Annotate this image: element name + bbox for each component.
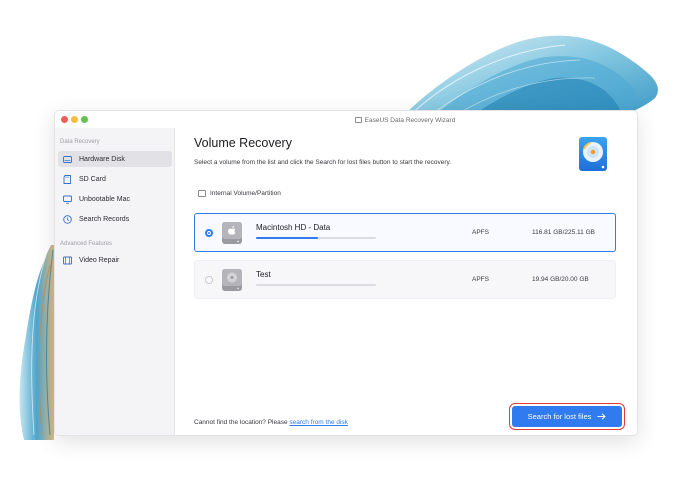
volume-size: 116.81 GB/225.11 GB (532, 229, 595, 236)
page-title: Volume Recovery (194, 136, 292, 150)
search-for-lost-files-button[interactable]: Search for lost files (509, 403, 625, 430)
sd-card-icon (63, 174, 72, 184)
title-bar: EaseUS Data Recovery Wizard (55, 111, 637, 128)
clock-search-icon (63, 214, 72, 224)
volume-row[interactable]: Macintosh HD - Data APFS 116.81 GB/225.1… (194, 213, 616, 252)
volume-row[interactable]: Test APFS 19.94 GB/20.00 GB (194, 260, 616, 299)
app-window: EaseUS Data Recovery Wizard Data Recover… (54, 110, 638, 436)
volume-filesystem: APFS (472, 229, 489, 236)
window-title: EaseUS Data Recovery Wizard (205, 114, 605, 126)
arrow-right-icon (597, 413, 607, 420)
sidebar-item-label: Hardware Disk (79, 155, 125, 163)
film-icon (63, 256, 72, 265)
volume-name: Test (256, 270, 271, 279)
monitor-icon (63, 195, 72, 204)
hard-drive-icon (63, 155, 72, 164)
volume-usage-fill (256, 237, 319, 239)
volume-filesystem: APFS (472, 276, 489, 283)
sidebar-item-unbootable-mac[interactable]: Unbootable Mac (58, 191, 172, 207)
footer-hint: Cannot find the location? Please search … (194, 419, 348, 426)
drive-icon (222, 269, 242, 291)
close-window-button[interactable] (61, 116, 68, 123)
volume-usage-bar (256, 284, 376, 286)
footer-hint-text: Cannot find the location? Please (194, 419, 288, 426)
sidebar-item-sd-card[interactable]: SD Card (58, 171, 172, 187)
window-title-text: EaseUS Data Recovery Wizard (364, 116, 456, 124)
sidebar: Data Recovery Hardware Disk SD Card Unbo… (55, 128, 175, 435)
sidebar-item-hardware-disk[interactable]: Hardware Disk (58, 151, 172, 167)
sidebar-section-data-recovery: Data Recovery (60, 139, 100, 145)
minimize-window-button[interactable] (71, 116, 78, 123)
volume-radio[interactable] (205, 276, 213, 284)
sidebar-section-advanced-features: Advanced Features (60, 241, 113, 247)
partition-icon (198, 190, 206, 197)
page-subtitle: Select a volume from the list and click … (194, 159, 452, 166)
sidebar-item-label: Unbootable Mac (79, 195, 130, 203)
volume-size: 19.94 GB/20.00 GB (532, 276, 589, 283)
sidebar-item-label: SD Card (79, 175, 106, 183)
volume-radio[interactable] (205, 229, 213, 237)
sidebar-item-video-repair[interactable]: Video Repair (58, 252, 172, 268)
app-icon (354, 117, 362, 123)
sidebar-item-search-records[interactable]: Search Records (58, 211, 172, 227)
volume-usage-bar (256, 237, 376, 239)
data-recovery-disk-icon (579, 137, 607, 171)
zoom-window-button[interactable] (81, 116, 88, 123)
search-from-disk-link[interactable]: search from the disk (289, 419, 348, 426)
search-button-label: Search for lost files (527, 412, 592, 421)
section-label-text: Internal Volume/Partition (210, 190, 281, 197)
sidebar-item-label: Video Repair (79, 256, 120, 264)
apple-drive-icon (222, 222, 242, 244)
screenshot-stage: EaseUS Data Recovery Wizard Data Recover… (0, 0, 685, 482)
sidebar-item-label: Search Records (79, 215, 130, 223)
main-panel: Volume Recovery Select a volume from the… (176, 128, 637, 435)
internal-volume-section: Internal Volume/Partition (198, 190, 281, 197)
volume-name: Macintosh HD - Data (256, 223, 331, 232)
